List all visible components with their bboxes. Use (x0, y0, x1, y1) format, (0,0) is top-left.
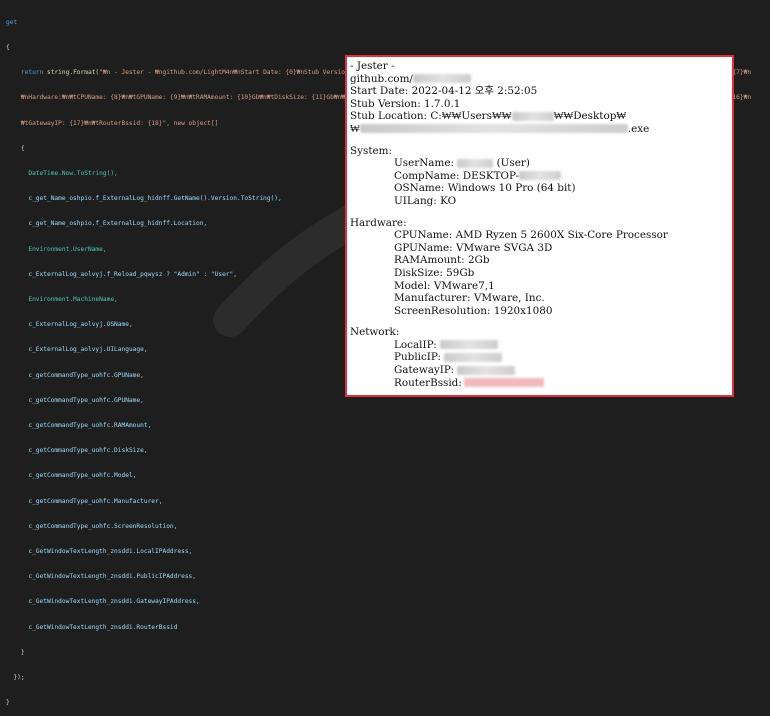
output-localip: LocalIP: (350, 339, 732, 352)
section-hardware: Hardware: (350, 216, 407, 229)
code-line: c_GetWindowTextLength_znsddi.GatewayIPAd… (28, 598, 200, 606)
output-panel: - Jester - github.com/ Start Date: 2022-… (345, 55, 734, 397)
code-line: } (20, 648, 25, 656)
code-line: c_getCommandType_uohfc.RAMAmount, (28, 422, 152, 430)
redacted-blur (359, 124, 628, 134)
redacted-blur (457, 158, 494, 168)
output-stub-location-2: ₩ .exe (350, 122, 650, 135)
code-line: c_getCommandType_uohfc.DiskSize, (28, 447, 148, 455)
code-line: c_getCommandType_uohfc.Manufacturer, (28, 497, 163, 505)
code-line: } (6, 699, 10, 707)
code-token: return (20, 69, 44, 77)
output-disk: DiskSize: 59Gb (394, 266, 475, 279)
output-osname: OSName: Windows 10 Pro (64 bit) (394, 182, 576, 195)
output-model: Model: VMware7,1 (394, 279, 495, 292)
code-line: { (6, 44, 10, 52)
code-line: c_GetWindowTextLength_znsddi.LocalIPAddr… (28, 548, 193, 556)
output-cpu: CPUName: AMD Ryzen 5 2600X Six-Core Proc… (394, 229, 668, 242)
code-line: c_GetWindowTextLength_znsddi.RouterBssid (28, 623, 178, 631)
output-gatewayip: GatewayIP: (350, 364, 732, 377)
output-ram: RAMAmount: 2Gb (394, 254, 490, 267)
output-uilang: UILang: KO (394, 194, 457, 207)
output-header: - Jester - (350, 60, 395, 72)
redacted-blur (444, 352, 503, 362)
output-github: github.com/ (350, 73, 732, 86)
section-system: System: (350, 144, 392, 157)
output-manufacturer: Manufacturer: VMware, Inc. (394, 292, 545, 305)
code-line: get (6, 18, 18, 26)
redacted-blur (439, 340, 498, 350)
code-token: ₩tGatewayIP: {17}₩n₩tRouterBssid: {18}",… (20, 119, 219, 127)
code-line: c_GetWindowTextLength_znsddi.PublicIPAdd… (28, 573, 196, 581)
code-line: c_getCommandType_uohfc.ScreenResolution, (28, 522, 178, 530)
code-line: }); (13, 674, 25, 682)
output-publicip: PublicIP: (350, 351, 732, 364)
redacted-blur (511, 111, 554, 121)
output-start-date: Start Date: 2022-04-12 오후 2:52:05 (350, 85, 538, 98)
output-resolution: ScreenResolution: 1920x1080 (394, 304, 553, 317)
section-network: Network: (350, 326, 400, 339)
redacted-blur (518, 171, 561, 181)
output-compname: CompName: DESKTOP- (350, 170, 732, 183)
redacted-bar (463, 378, 544, 388)
output-stub-version: Stub Version: 1.7.0.1 (350, 97, 461, 110)
output-username: UserName: (User) (394, 157, 530, 170)
code-token: string.Format( (47, 69, 100, 77)
output-stub-location: Stub Location: C:₩₩Users₩₩ ₩₩Desktop₩ (350, 110, 627, 123)
output-gpu: GPUName: VMware SVGA 3D (394, 241, 553, 254)
output-routerbssid: RouterBssid: (350, 377, 732, 390)
code-line: c_getCommandType_uohfc.GPUName, (28, 396, 144, 404)
code-line: c_getCommandType_uohfc.Model, (28, 472, 137, 480)
redacted-blur (457, 365, 516, 375)
redacted-blur (412, 74, 471, 84)
code-token: { (20, 144, 25, 152)
